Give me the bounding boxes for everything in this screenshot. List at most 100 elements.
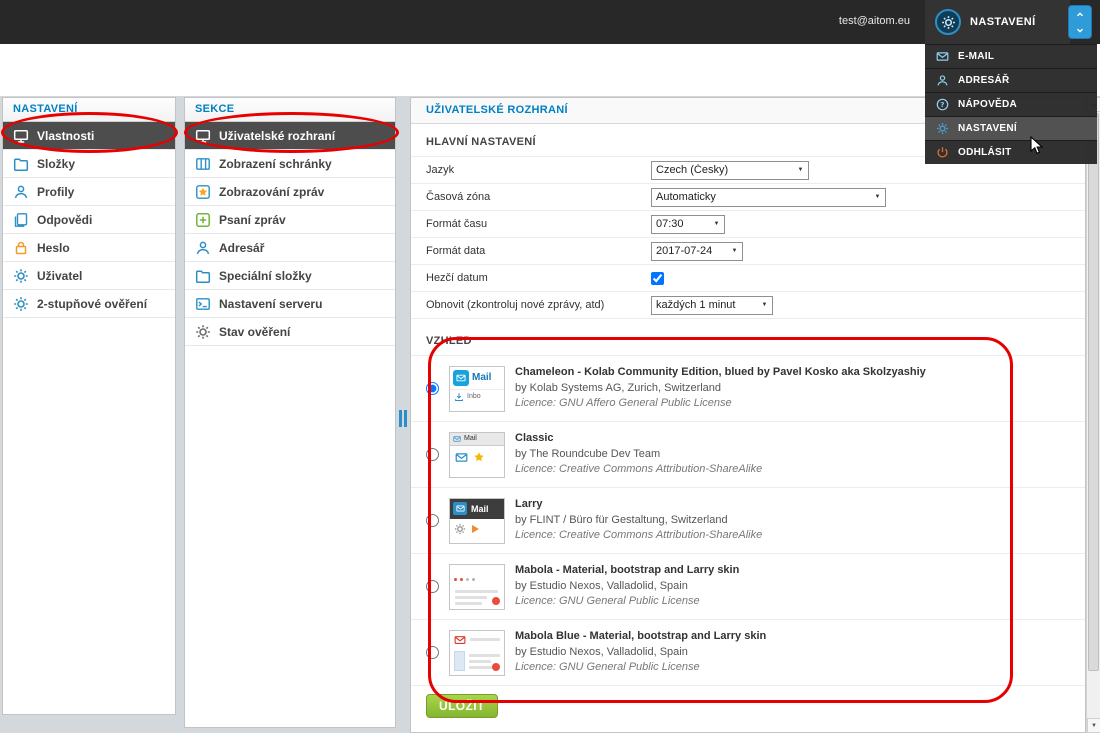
pages-icon (13, 212, 29, 228)
timezone-select[interactable]: Automaticky ▼ (651, 188, 886, 207)
gear-icon (195, 324, 211, 340)
select-value: 07:30 (652, 218, 709, 230)
power-icon (936, 146, 949, 159)
download-icon (454, 392, 464, 402)
section-item-label: Stav ověření (219, 325, 290, 339)
select-value: každých 1 minut (652, 299, 757, 311)
skin-author: by Kolab Systems AG, Zurich, Switzerland (515, 381, 926, 396)
envelope-icon (454, 634, 466, 646)
skin-radio[interactable] (426, 646, 439, 659)
section-item-specialni-slozky[interactable]: Speciální složky (185, 262, 395, 290)
skin-author: by FLINT / Büro für Gestaltung, Switzerl… (515, 513, 762, 528)
menu-item-label: NASTAVENÍ (958, 123, 1017, 134)
thumb-logo-text: Mail (472, 372, 491, 383)
scrollbar-down-icon[interactable]: ▼ (1087, 718, 1100, 733)
field-label: Formát data (426, 245, 651, 257)
skin-name: Classic (515, 431, 762, 446)
star-icon (473, 451, 485, 463)
sidebar-item-label: Heslo (37, 241, 70, 255)
section-item-nastaveni-serveru[interactable]: Nastavení serveru (185, 290, 395, 318)
lock-icon (13, 240, 29, 256)
fab-dot-icon (492, 597, 500, 605)
section-item-zobrazeni-schranky[interactable]: Zobrazení schránky (185, 150, 395, 178)
sidebar-item-label: Uživatel (37, 269, 82, 283)
field-label: Časová zóna (426, 191, 651, 203)
date-format-select[interactable]: 2017-07-24 ▼ (651, 242, 743, 261)
section-item-stav-overeni[interactable]: Stav ověření (185, 318, 395, 346)
skin-name: Larry (515, 497, 762, 512)
skin-licence: Licence: GNU General Public License (515, 594, 739, 609)
gear-icon (13, 268, 29, 284)
select-value: 2017-07-24 (652, 245, 727, 257)
folder-icon (13, 156, 29, 172)
select-value: Czech (Česky) (652, 164, 793, 176)
menu-item-logout[interactable]: ODHLÁSIT (925, 140, 1097, 164)
dropdown-arrow-icon: ▼ (870, 194, 885, 200)
section-item-label: Zobrazování zpráv (219, 185, 324, 199)
skin-row-classic[interactable]: Mail Classic by The Roundcube Dev Team L… (411, 422, 1085, 488)
language-select[interactable]: Czech (Česky) ▼ (651, 161, 809, 180)
sidebar-item-heslo[interactable]: Heslo (3, 234, 175, 262)
monitor-icon (195, 128, 211, 144)
taskmenu-dropdown: E-MAIL ADRESÁŘ NÁPOVĚDA NASTAVENÍ ODHLÁS… (925, 44, 1097, 164)
panel-splitter-handle[interactable] (399, 410, 407, 427)
skin-author: by Estudio Nexos, Valladolid, Spain (515, 645, 766, 660)
sidebar-item-uzivatel[interactable]: Uživatel (3, 262, 175, 290)
form-row-timezone: Časová zóna Automaticky ▼ (411, 184, 1085, 211)
skin-radio[interactable] (426, 580, 439, 593)
sidebar-item-odpovedi[interactable]: Odpovědi (3, 206, 175, 234)
skin-row-mabola-blue[interactable]: Mabola Blue - Material, bootstrap and La… (411, 620, 1085, 686)
sections-panel-title: SEKCE (185, 98, 395, 122)
scrollbar-thumb[interactable] (1088, 113, 1099, 671)
skin-radio[interactable] (426, 448, 439, 461)
sidebar-item-slozky[interactable]: Složky (3, 150, 175, 178)
sidebar-item-label: Odpovědi (37, 213, 92, 227)
dropdown-arrow-icon: ▼ (757, 302, 772, 308)
gear-circle-icon (935, 9, 961, 35)
sidebar-item-vlastnosti[interactable]: Vlastnosti (3, 122, 175, 150)
sidebar-item-profily[interactable]: Profily (3, 178, 175, 206)
skin-author: by Estudio Nexos, Valladolid, Spain (515, 579, 739, 594)
save-button[interactable]: ULOŽIT (426, 694, 498, 718)
skin-row-larry[interactable]: Mail Larry by FLINT / Büro für Gestaltun… (411, 488, 1085, 554)
main-panel: UŽIVATELSKÉ ROZHRANÍ HLAVNÍ NASTAVENÍ Ja… (410, 97, 1086, 733)
menu-item-email[interactable]: E-MAIL (925, 44, 1097, 68)
menu-item-addressbook[interactable]: ADRESÁŘ (925, 68, 1097, 92)
gear-icon (936, 122, 949, 135)
vertical-scrollbar[interactable]: ▲ ▼ (1086, 97, 1100, 733)
scroll-jump-widget[interactable] (1068, 5, 1092, 39)
skin-name: Chameleon - Kolab Community Edition, blu… (515, 365, 926, 380)
person-icon (936, 74, 949, 87)
section-item-adresar[interactable]: Adresář (185, 234, 395, 262)
pretty-date-checkbox[interactable] (651, 272, 664, 285)
settings-menu-button[interactable]: NASTAVENÍ (925, 0, 1070, 44)
star-icon (195, 184, 211, 200)
plus-icon (195, 212, 211, 228)
section-item-label: Psaní zpráv (219, 213, 286, 227)
section-item-zobrazovani-zprav[interactable]: Zobrazování zpráv (185, 178, 395, 206)
skin-row-mabola[interactable]: Mabola - Material, bootstrap and Larry s… (411, 554, 1085, 620)
refresh-interval-select[interactable]: každých 1 minut ▼ (651, 296, 773, 315)
form-row-time-format: Formát času 07:30 ▼ (411, 211, 1085, 238)
section-item-psani-zprav[interactable]: Psaní zpráv (185, 206, 395, 234)
dropdown-arrow-icon: ▼ (793, 167, 808, 173)
sidebar-item-2fa[interactable]: 2-stupňové ověření (3, 290, 175, 318)
skin-name: Mabola Blue - Material, bootstrap and La… (515, 629, 766, 644)
section-item-label: Uživatelské rozhraní (219, 129, 335, 143)
field-label: Obnovit (zkontroluj nové zprávy, atd) (426, 299, 651, 311)
skin-row-chameleon[interactable]: Mail Inbo Chameleon - Kolab Community Ed… (411, 356, 1085, 422)
skin-licence: Licence: Creative Commons Attribution-Sh… (515, 462, 762, 477)
section-item-uzivatelske-rozhrani[interactable]: Uživatelské rozhraní (185, 122, 395, 150)
section-item-label: Zobrazení schránky (219, 157, 332, 171)
menu-item-help[interactable]: NÁPOVĚDA (925, 92, 1097, 116)
skin-radio[interactable] (426, 514, 439, 527)
form-row-pretty-date: Hezčí datum (411, 265, 1085, 292)
menu-item-settings[interactable]: NASTAVENÍ (925, 116, 1097, 140)
time-format-select[interactable]: 07:30 ▼ (651, 215, 725, 234)
section-item-label: Adresář (219, 241, 264, 255)
envelope-icon (455, 451, 468, 464)
user-email: test@aitom.eu (839, 15, 910, 27)
skin-thumbnail-larry: Mail (449, 498, 505, 544)
top-bar: test@aitom.eu NASTAVENÍ (0, 0, 1100, 44)
skin-radio[interactable] (426, 382, 439, 395)
